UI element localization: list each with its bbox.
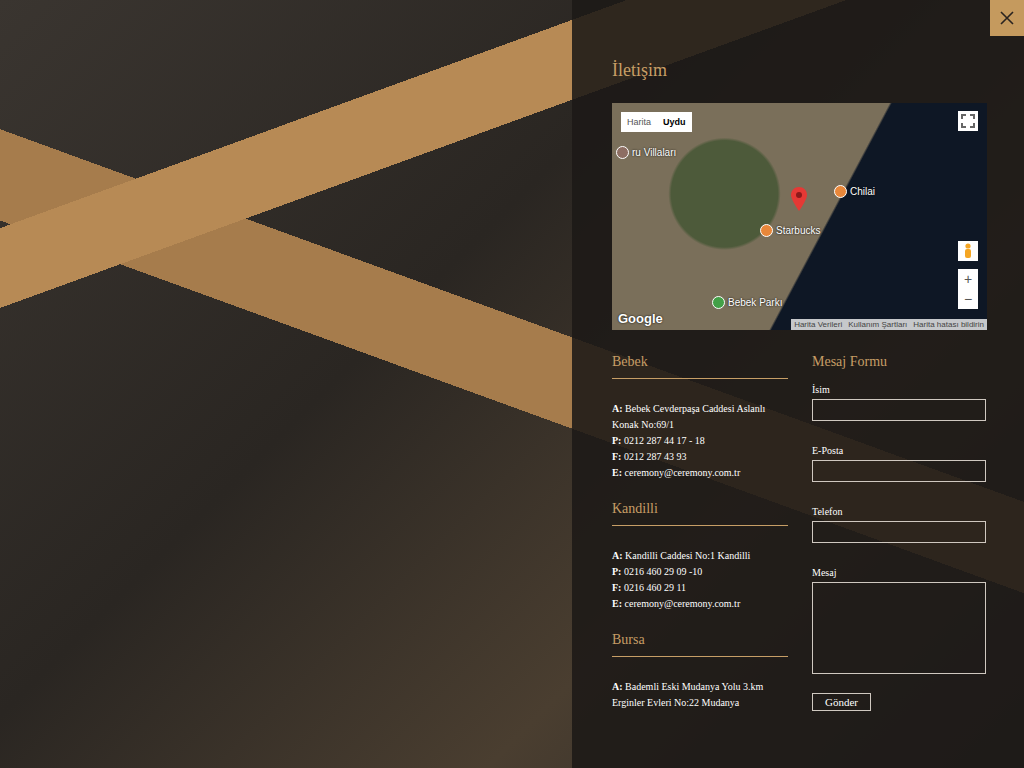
office-name: Bebek bbox=[612, 354, 788, 379]
map-footer-link[interactable]: Harita hatası bildirin bbox=[910, 319, 987, 330]
map-type-tab[interactable]: Harita bbox=[621, 112, 657, 132]
map-place-label[interactable]: Chilai bbox=[834, 185, 875, 198]
place-marker-icon bbox=[712, 296, 725, 309]
field-label: Mesaj bbox=[812, 567, 986, 578]
google-logo: Google bbox=[618, 311, 663, 326]
fullscreen-icon bbox=[961, 114, 975, 128]
map-type-tab[interactable]: Uydu bbox=[657, 112, 692, 132]
office: Bebek A: Bebek Cevderpaşa Caddesi Aslanlı… bbox=[612, 354, 788, 481]
contact-panel: İletişim HaritaUydu ru Villaları Chilai Star… bbox=[572, 0, 1024, 768]
submit-button[interactable]: Gönder bbox=[812, 693, 871, 711]
place-marker-icon bbox=[834, 185, 847, 198]
form-title: Mesaj Formu bbox=[812, 354, 986, 378]
office-line: A: Kandilli Caddesi No:1 Kandilli bbox=[612, 548, 788, 564]
zoom-out-button[interactable]: − bbox=[958, 289, 978, 309]
text-input[interactable] bbox=[812, 460, 986, 482]
place-marker-icon bbox=[616, 146, 629, 159]
close-button[interactable] bbox=[990, 0, 1024, 36]
map-footer-link[interactable]: Harita Verileri bbox=[791, 319, 845, 330]
pegman-icon bbox=[963, 243, 973, 259]
message-form: Mesaj Formu İsim E-Posta Telefon Mesaj Gönder bbox=[812, 354, 986, 718]
panel-title: İletişim bbox=[612, 60, 987, 81]
form-field: Mesaj bbox=[812, 567, 986, 674]
map-place-label[interactable]: Bebek Parkı bbox=[712, 296, 782, 309]
map-footer-link[interactable]: Kullanım Şartları bbox=[845, 319, 910, 330]
office-line: A: Bebek Cevderpaşa Caddesi Aslanlı Kona… bbox=[612, 401, 788, 433]
office-line: A: Bademli Eski Mudanya Yolu 3.km Erginl… bbox=[612, 679, 788, 711]
office-line: F: 0216 460 29 11 bbox=[612, 580, 788, 596]
map[interactable]: HaritaUydu ru Villaları Chilai Starbucks Beb… bbox=[612, 103, 987, 330]
office-line: E: ceremony@ceremony.com.tr bbox=[612, 596, 788, 612]
field-label: E-Posta bbox=[812, 445, 986, 456]
text-input[interactable] bbox=[812, 399, 986, 421]
map-place-label[interactable]: ru Villaları bbox=[616, 146, 676, 159]
form-field: İsim bbox=[812, 384, 986, 421]
text-input[interactable] bbox=[812, 521, 986, 543]
map-footer: Harita VerileriKullanım ŞartlarıHarita h… bbox=[791, 319, 987, 330]
field-label: İsim bbox=[812, 384, 986, 395]
street-view-button[interactable] bbox=[958, 241, 978, 261]
office: Bursa A: Bademli Eski Mudanya Yolu 3.km E… bbox=[612, 632, 788, 711]
offices: Bebek A: Bebek Cevderpaşa Caddesi Aslanlı… bbox=[612, 354, 788, 718]
office-name: Bursa bbox=[612, 632, 788, 657]
field-label: Telefon bbox=[812, 506, 986, 517]
panel-content: İletişim HaritaUydu ru Villaları Chilai Star… bbox=[572, 0, 1024, 718]
office-name: Kandilli bbox=[612, 501, 788, 526]
office-line: F: 0212 287 43 93 bbox=[612, 449, 788, 465]
close-icon bbox=[999, 10, 1015, 26]
office-line: E: ceremony@ceremony.com.tr bbox=[612, 465, 788, 481]
fullscreen-button[interactable] bbox=[958, 111, 978, 131]
form-field: E-Posta bbox=[812, 445, 986, 482]
message-textarea[interactable] bbox=[812, 582, 986, 674]
zoom-in-button[interactable]: + bbox=[958, 269, 978, 289]
office-line: P: 0216 460 29 09 -10 bbox=[612, 564, 788, 580]
place-marker-icon bbox=[760, 224, 773, 237]
zoom-controls: +− bbox=[958, 269, 978, 309]
contact-columns: Bebek A: Bebek Cevderpaşa Caddesi Aslanlı… bbox=[612, 354, 987, 718]
page: İletişim HaritaUydu ru Villaları Chilai Star… bbox=[0, 0, 1024, 768]
form-field: Telefon bbox=[812, 506, 986, 543]
map-place-label[interactable]: Starbucks bbox=[760, 224, 820, 237]
map-pin-icon[interactable] bbox=[791, 187, 807, 211]
office-line: P: 0212 287 44 17 - 18 bbox=[612, 433, 788, 449]
office: Kandilli A: Kandilli Caddesi No:1 Kandill… bbox=[612, 501, 788, 612]
map-type-tabs: HaritaUydu bbox=[621, 112, 692, 132]
